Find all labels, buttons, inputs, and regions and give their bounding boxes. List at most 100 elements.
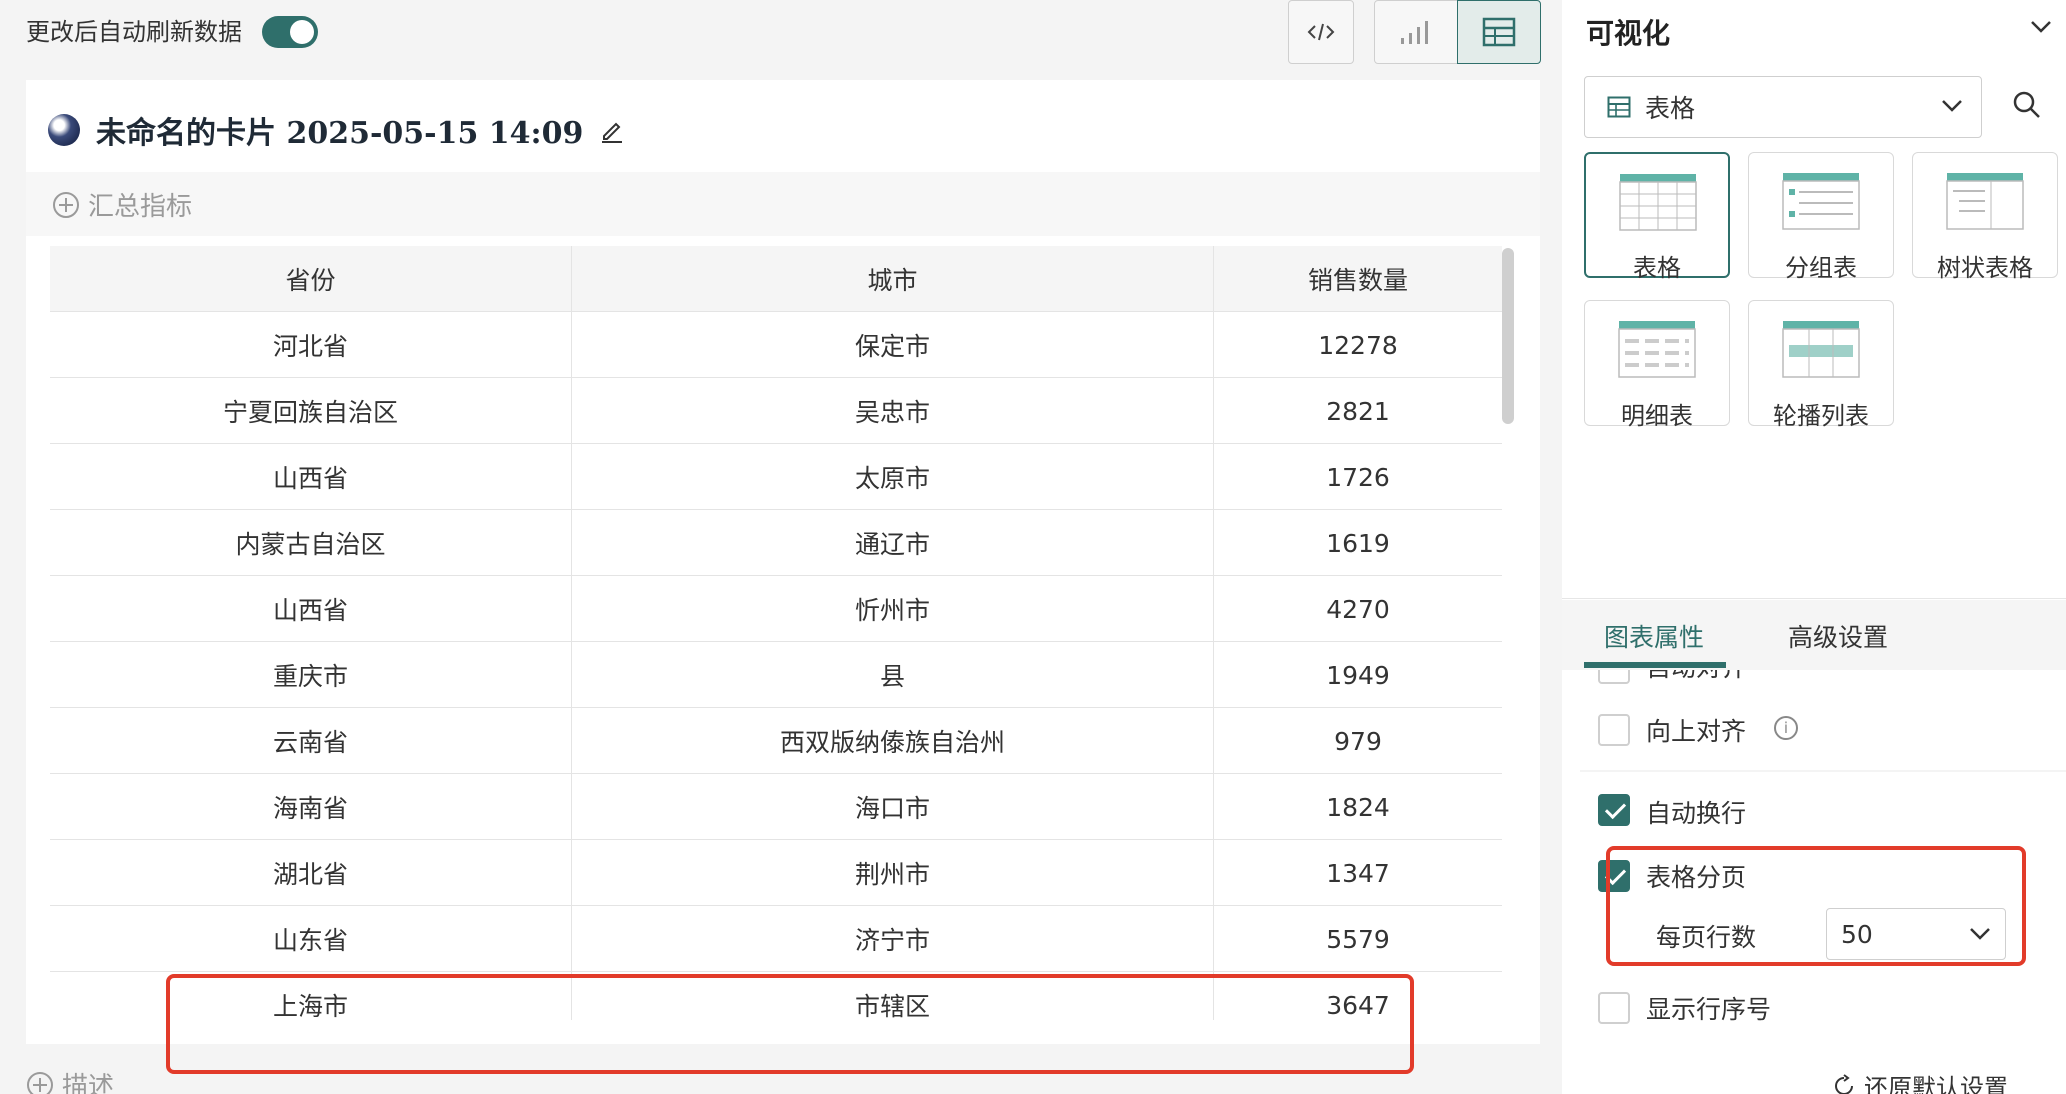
table-row[interactable]: 内蒙古自治区 通辽市 1619: [50, 510, 1502, 576]
table-cell: 4270: [1326, 594, 1390, 624]
viz-option-label: 明细表: [1621, 402, 1693, 430]
tab-chart-properties[interactable]: 图表属性: [1604, 618, 1704, 654]
reset-defaults-label: 还原默认设置: [1864, 1074, 2008, 1094]
auto-refresh-toggle[interactable]: [262, 16, 318, 48]
table-cell: 1949: [1326, 660, 1390, 690]
group-table-thumbnail-icon: [1782, 173, 1860, 230]
reset-defaults-button[interactable]: 还原默认设置: [1832, 1068, 2008, 1094]
chevron-down-icon: [1970, 928, 1990, 940]
table-header-row: 省份 城市 销售数量: [50, 246, 1502, 312]
table-row[interactable]: 山西省 忻州市 4270: [50, 576, 1502, 642]
active-tab-indicator: [1584, 662, 1726, 668]
edit-title-icon[interactable]: [599, 117, 625, 143]
table-cell: 3647: [1326, 990, 1390, 1020]
code-view-button[interactable]: [1288, 0, 1354, 64]
table-row[interactable]: 宁夏回族自治区 吴忠市 2821: [50, 378, 1502, 444]
column-header[interactable]: 省份: [50, 246, 572, 312]
table-cell: 西双版纳傣族自治州: [572, 708, 1214, 774]
table-cell: 太原市: [572, 444, 1214, 510]
table-icon: [1607, 96, 1631, 118]
table-pagination-checkbox[interactable]: [1598, 860, 1630, 892]
add-description-label: 描述: [62, 1072, 115, 1094]
table-cell: 济宁市: [572, 906, 1214, 972]
column-header[interactable]: 销售数量: [1214, 246, 1502, 312]
auto-wrap-label: 自动换行: [1646, 799, 1747, 828]
table-cell: 山西省: [50, 444, 572, 510]
table-row[interactable]: 云南省 西双版纳傣族自治州 979: [50, 708, 1502, 774]
card-logo-icon: [48, 114, 80, 146]
summary-metrics-row: 汇总指标: [26, 172, 1540, 236]
table-cell: 5579: [1326, 924, 1390, 954]
add-summary-metric-label: 汇总指标: [88, 192, 193, 222]
tab-advanced-settings[interactable]: 高级设置: [1788, 618, 1888, 654]
plus-circle-icon: [27, 1071, 53, 1094]
align-top-checkbox[interactable]: [1598, 714, 1630, 746]
table-cell: 1619: [1326, 528, 1390, 558]
carousel-list-thumbnail-icon: [1782, 321, 1860, 378]
align-top-label: 向上对齐: [1646, 717, 1747, 746]
table-view-button[interactable]: [1457, 0, 1541, 64]
rows-per-page-select[interactable]: 50: [1826, 908, 2006, 960]
add-summary-metric-button[interactable]: 汇总指标: [52, 186, 192, 223]
column-header[interactable]: 城市: [572, 246, 1214, 312]
table-cell: 1824: [1326, 792, 1390, 822]
table-cell: 吴忠市: [572, 378, 1214, 444]
app-root: 更改后自动刷新数据 未命名的卡片 2025-05-15 14:09 汇总指标 省…: [0, 0, 2066, 1094]
show-row-number-checkbox[interactable]: [1598, 992, 1630, 1024]
table-row[interactable]: 湖北省 荆州市 1347: [50, 840, 1502, 906]
table-cell: 市辖区: [572, 972, 1214, 1020]
table-scrollbar[interactable]: [1502, 248, 1514, 424]
chevron-down-icon: [1942, 100, 1962, 112]
table-cell: 湖北省: [50, 840, 572, 906]
chart-view-button[interactable]: [1374, 0, 1458, 64]
text-and-pagination-group: 自动换行 表格分页 每页行数 50 显示行序号: [1580, 772, 2066, 1094]
auto-refresh-label: 更改后自动刷新数据: [26, 18, 242, 46]
table-cell: 内蒙古自治区: [50, 510, 572, 576]
code-icon: [1307, 23, 1335, 41]
table-cell: 山西省: [50, 576, 572, 642]
auto-wrap-checkbox[interactable]: [1598, 794, 1630, 826]
toggle-knob: [290, 20, 314, 44]
table-cell: 通辽市: [572, 510, 1214, 576]
chevron-down-icon[interactable]: [2030, 20, 2052, 34]
table-cell: 河北省: [50, 312, 572, 378]
table-cell: 山东省: [50, 906, 572, 972]
refresh-icon: [1835, 1073, 1853, 1094]
alignment-group: 自动对齐 向上对齐 i: [1580, 670, 2066, 770]
table-cell: 979: [1334, 726, 1382, 756]
table-cell: 宁夏回族自治区: [50, 378, 572, 444]
visualization-type-select[interactable]: 表格: [1584, 76, 1982, 138]
table-cell: 保定市: [572, 312, 1214, 378]
table-cell: 县: [572, 642, 1214, 708]
table-cell: 1726: [1326, 462, 1390, 492]
table-cell: 海口市: [572, 774, 1214, 840]
table-row[interactable]: 上海市 市辖区 3647: [50, 972, 1502, 1020]
rows-per-page-value: 50: [1841, 919, 1873, 949]
table-cell: 云南省: [50, 708, 572, 774]
bar-chart-icon: [1401, 21, 1428, 44]
rows-per-page-label: 每页行数: [1656, 923, 1757, 952]
panel-divider: [1562, 598, 2066, 599]
table-cell: 2821: [1326, 396, 1390, 426]
selected-visualization-label: 表格: [1645, 94, 1696, 123]
editor-toolbar: 更改后自动刷新数据: [0, 0, 1562, 78]
auto-align-label: 自动对齐: [1646, 670, 1746, 684]
table-icon: [1482, 17, 1516, 47]
tree-table-thumbnail-icon: [1946, 173, 2024, 230]
search-icon[interactable]: [2012, 90, 2042, 120]
table-row[interactable]: 重庆市县 1949: [50, 642, 1502, 708]
viz-option-label: 轮播列表: [1773, 402, 1869, 430]
viz-option-label: 分组表: [1785, 254, 1857, 282]
card-header: 未命名的卡片 2025-05-15 14:09: [48, 106, 625, 154]
table-row[interactable]: 河北省 保定市 12278: [50, 312, 1502, 378]
table-row[interactable]: 山西省 太原市 1726: [50, 444, 1502, 510]
plus-circle-icon: [53, 191, 79, 218]
table-cell: 海南省: [50, 774, 572, 840]
visualization-section-title: 可视化: [1586, 17, 1671, 50]
info-icon[interactable]: i: [1774, 716, 1798, 740]
auto-align-checkbox[interactable]: [1598, 670, 1630, 684]
table-cell: 12278: [1318, 330, 1398, 360]
table-row[interactable]: 海南省 海口市 1824: [50, 774, 1502, 840]
add-description-button[interactable]: 描述: [26, 1066, 114, 1094]
table-row[interactable]: 山东省 济宁市 5579: [50, 906, 1502, 972]
